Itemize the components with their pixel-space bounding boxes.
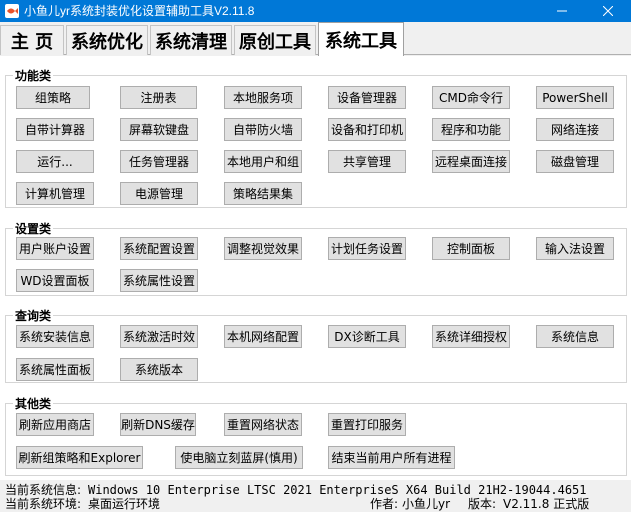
msconfig-button[interactable]: 系统配置设置 xyxy=(120,237,198,260)
activation-status-button[interactable]: 系统激活时效 xyxy=(120,325,198,348)
env-value: 桌面运行环境 xyxy=(88,497,161,511)
author-label: 作者: xyxy=(370,497,399,511)
group-title-functions: 功能类 xyxy=(13,67,54,84)
fish-app-icon xyxy=(5,4,19,18)
group-query: 查询类 xyxy=(5,307,627,383)
task-scheduler-button[interactable]: 计划任务设置 xyxy=(328,237,406,260)
device-manager-button[interactable]: 设备管理器 xyxy=(328,86,406,109)
refresh-policy-explorer-button[interactable]: 刷新组策略和Explorer xyxy=(16,446,143,469)
power-management-button[interactable]: 电源管理 xyxy=(120,182,198,205)
tab-optimize[interactable]: 系统优化 xyxy=(66,25,148,55)
group-functions: 功能类 xyxy=(5,67,627,208)
group-policy-button[interactable]: 组策略 xyxy=(16,86,90,109)
network-connections-button[interactable]: 网络连接 xyxy=(536,118,614,141)
tab-system-tools[interactable]: 系统工具 xyxy=(318,22,404,56)
status-env: 当前系统环境: 桌面运行环境 作者: 小鱼儿yr 版本: V2.11.8 正式版 xyxy=(0,496,631,512)
tab-clean[interactable]: 系统清理 xyxy=(150,25,232,55)
close-icon xyxy=(603,6,613,16)
calculator-button[interactable]: 自带计算器 xyxy=(16,118,94,141)
version-label: 版本: xyxy=(468,497,497,511)
window-title: 小鱼儿yr系统封装优化设置辅助工具V2.11.8 xyxy=(24,4,255,18)
license-details-button[interactable]: 系统详细授权 xyxy=(432,325,510,348)
wd-settings-button[interactable]: WD设置面板 xyxy=(16,269,94,292)
reset-print-service-button[interactable]: 重置打印服务 xyxy=(328,413,406,436)
system-properties-settings-button[interactable]: 系统属性设置 xyxy=(120,269,198,292)
author-value: 小鱼儿yr xyxy=(402,497,451,511)
tab-original-tools[interactable]: 原创工具 xyxy=(234,25,316,55)
network-config-button[interactable]: 本机网络配置 xyxy=(224,325,302,348)
reset-network-button[interactable]: 重置网络状态 xyxy=(224,413,302,436)
force-bsod-button[interactable]: 使电脑立刻蓝屏(慎用) xyxy=(175,446,303,469)
task-manager-button[interactable]: 任务管理器 xyxy=(120,150,198,173)
computer-management-button[interactable]: 计算机管理 xyxy=(16,182,94,205)
close-button[interactable] xyxy=(585,0,631,22)
refresh-store-button[interactable]: 刷新应用商店 xyxy=(16,413,94,436)
version-value: V2.11.8 正式版 xyxy=(503,497,590,511)
share-management-button[interactable]: 共享管理 xyxy=(328,150,406,173)
group-title-query: 查询类 xyxy=(13,307,54,324)
registry-button[interactable]: 注册表 xyxy=(120,86,197,109)
input-method-button[interactable]: 输入法设置 xyxy=(536,237,614,260)
install-info-button[interactable]: 系统安装信息 xyxy=(16,325,94,348)
minimize-icon xyxy=(557,10,567,12)
group-settings: 设置类 xyxy=(5,220,627,296)
system-version-button[interactable]: 系统版本 xyxy=(120,358,198,381)
onscreen-keyboard-button[interactable]: 屏幕软键盘 xyxy=(120,118,198,141)
rsop-button[interactable]: 策略结果集 xyxy=(224,182,302,205)
title-bar[interactable]: 小鱼儿yr系统封装优化设置辅助工具V2.11.8 xyxy=(0,0,631,22)
firewall-button[interactable]: 自带防火墙 xyxy=(224,118,302,141)
cmd-button[interactable]: CMD命令行 xyxy=(432,86,510,109)
local-services-button[interactable]: 本地服务项 xyxy=(224,86,302,109)
tab-bar: 主 页 系统优化 系统清理 原创工具 系统工具 xyxy=(0,22,631,56)
dxdiag-button[interactable]: DX诊断工具 xyxy=(328,325,406,348)
group-title-other: 其他类 xyxy=(13,395,54,412)
system-info-button[interactable]: 系统信息 xyxy=(536,325,614,348)
group-title-settings: 设置类 xyxy=(13,220,54,237)
env-label: 当前系统环境: xyxy=(5,497,82,511)
local-users-groups-button[interactable]: 本地用户和组 xyxy=(224,150,302,173)
remote-desktop-button[interactable]: 远程桌面连接 xyxy=(432,150,510,173)
disk-management-button[interactable]: 磁盘管理 xyxy=(536,150,614,173)
minimize-button[interactable] xyxy=(539,0,585,22)
user-accounts-button[interactable]: 用户账户设置 xyxy=(16,237,94,260)
visual-effects-button[interactable]: 调整视觉效果 xyxy=(224,237,302,260)
programs-features-button[interactable]: 程序和功能 xyxy=(432,118,510,141)
kill-user-processes-button[interactable]: 结束当前用户所有进程 xyxy=(328,446,455,469)
system-properties-panel-button[interactable]: 系统属性面板 xyxy=(16,358,94,381)
system-tools-panel: 功能类 组策略 注册表 本地服务项 设备管理器 CMD命令行 PowerShel… xyxy=(0,56,631,480)
control-panel-button[interactable]: 控制面板 xyxy=(432,237,510,260)
devices-printers-button[interactable]: 设备和打印机 xyxy=(328,118,406,141)
run-button[interactable]: 运行... xyxy=(16,150,94,173)
tab-home[interactable]: 主 页 xyxy=(0,25,64,55)
powershell-button[interactable]: PowerShell xyxy=(536,86,614,109)
flush-dns-button[interactable]: 刷新DNS缓存 xyxy=(120,413,196,436)
